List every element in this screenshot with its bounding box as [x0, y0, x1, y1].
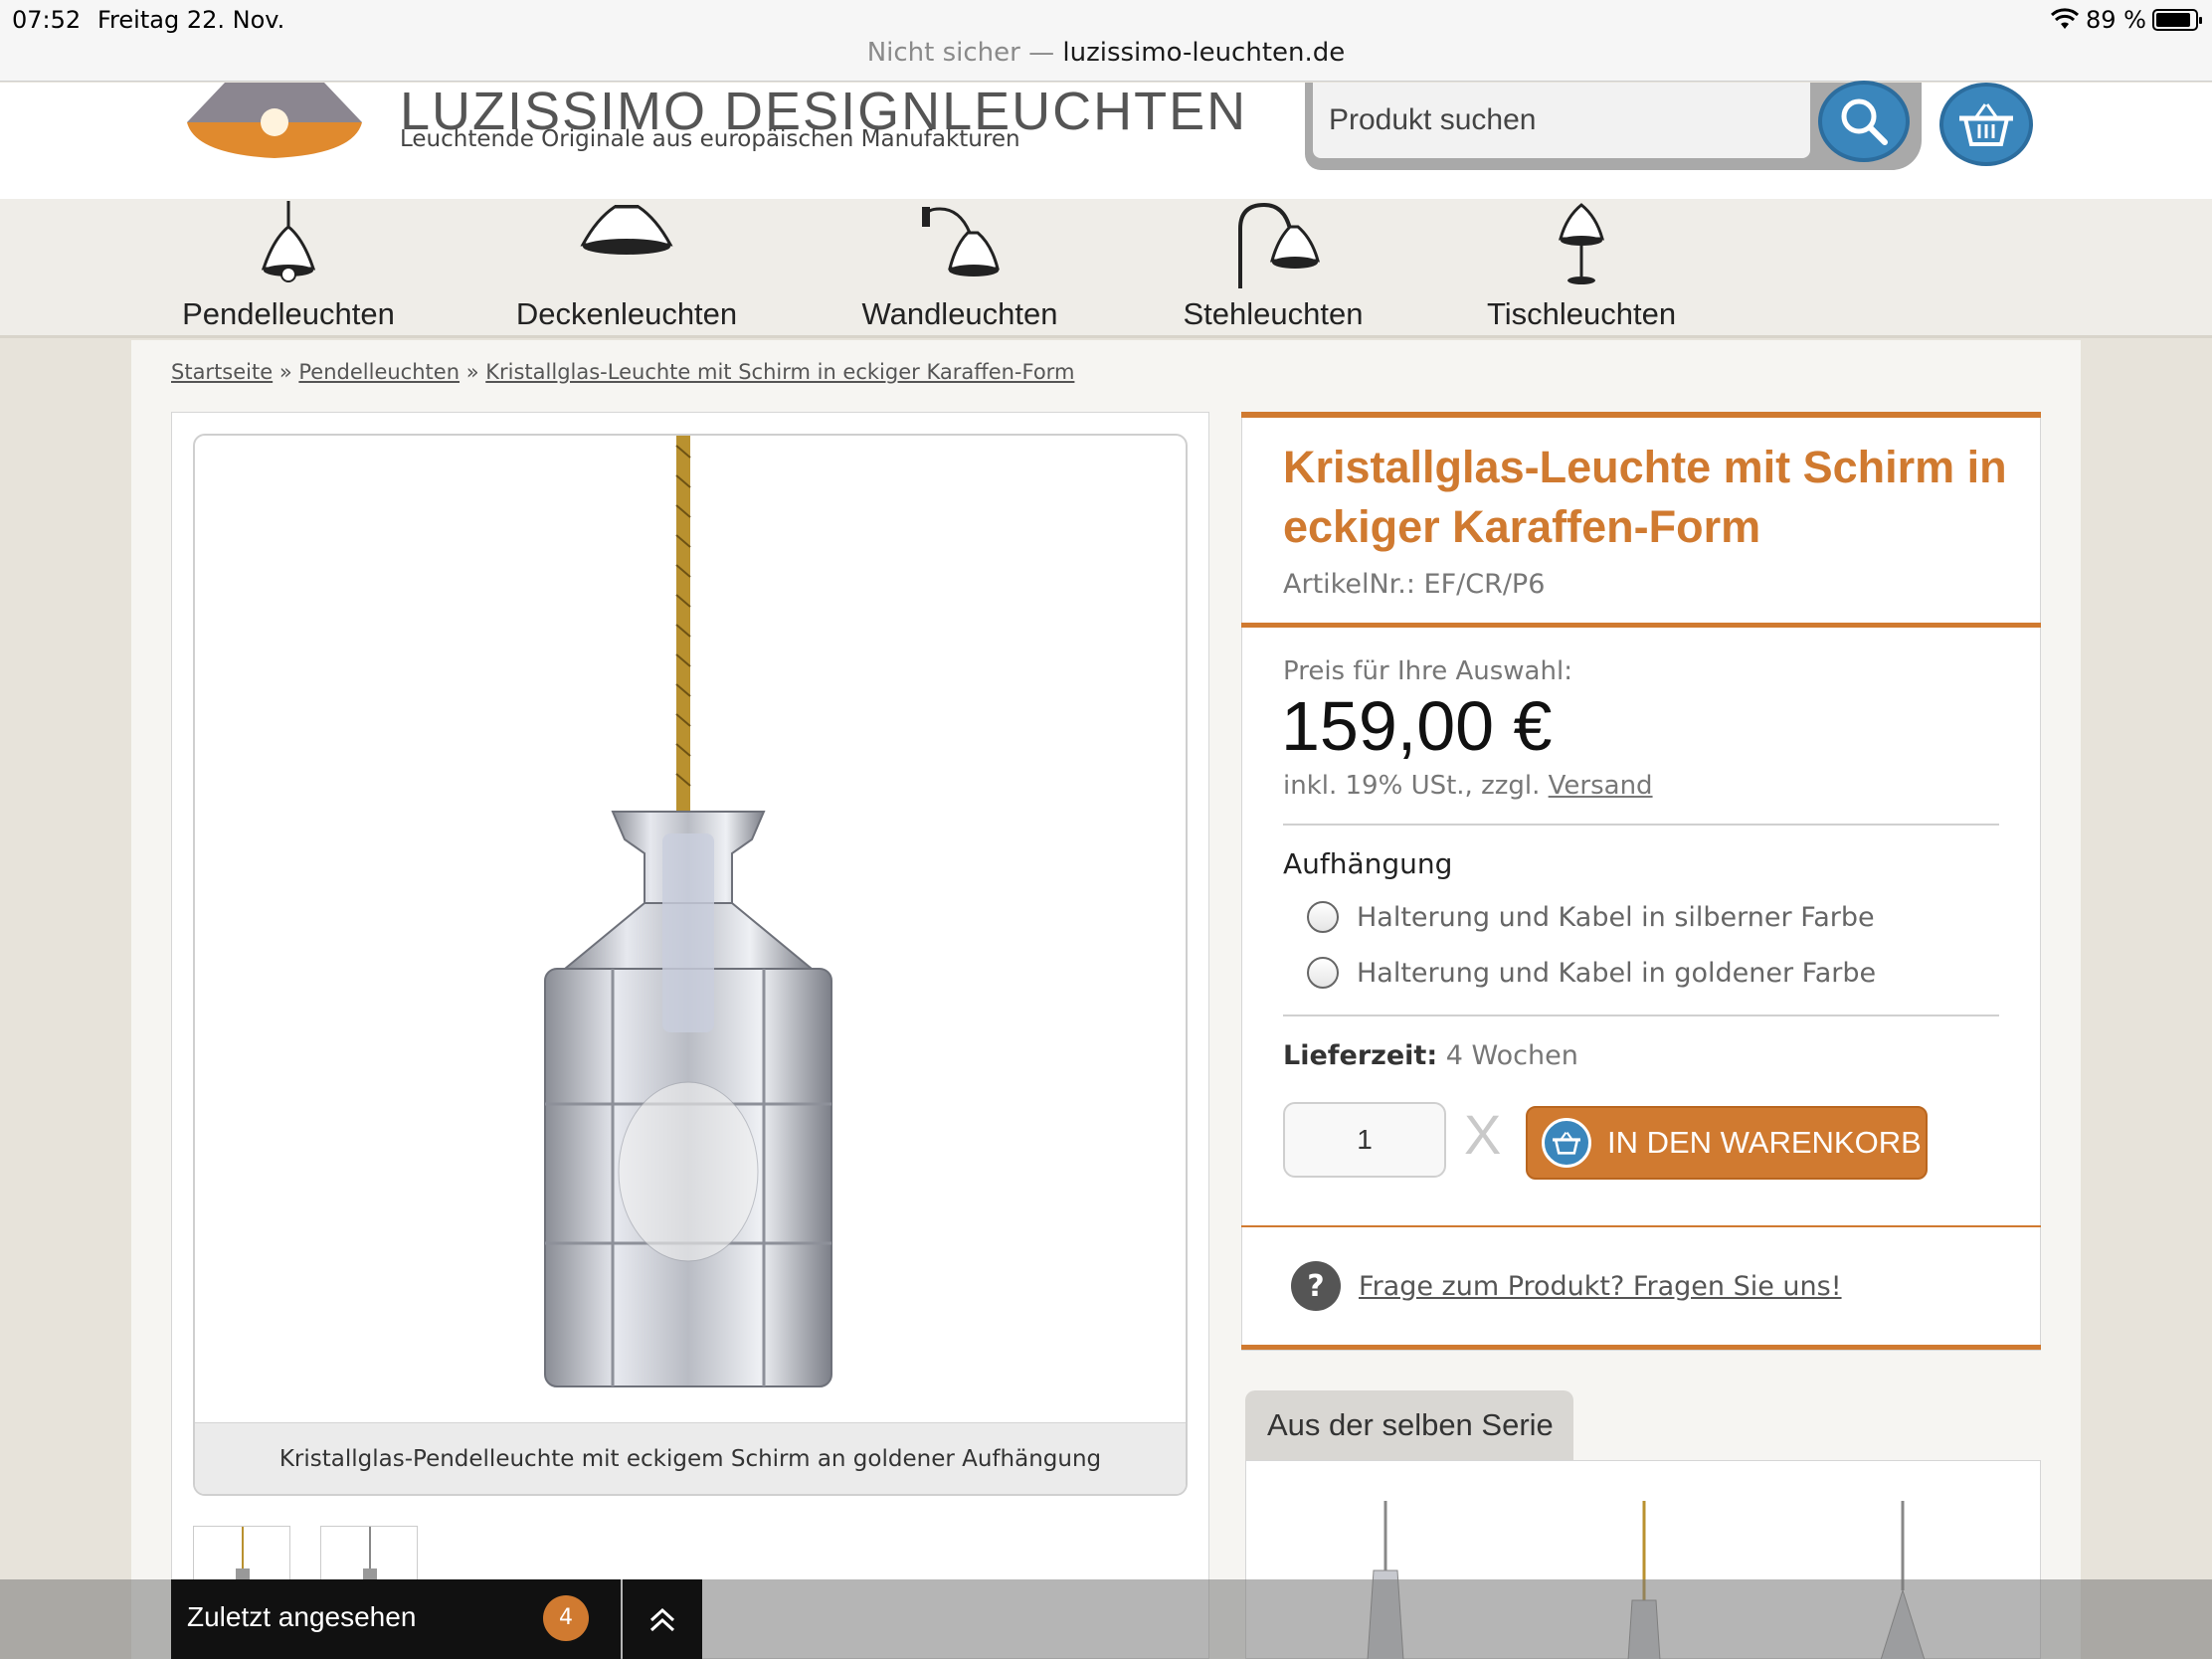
battery-percent: 89 %	[2086, 6, 2146, 34]
product-question: ? Frage zum Produkt? Fragen Sie uns!	[1291, 1261, 1842, 1311]
radio-button[interactable]	[1307, 901, 1339, 933]
crystal-pendant-lamp-image	[544, 436, 832, 1387]
scroll-to-top-button[interactable]	[623, 1579, 702, 1659]
radio-button[interactable]	[1307, 957, 1339, 989]
basket-icon	[1959, 103, 2013, 146]
status-date: Freitag 22. Nov.	[97, 6, 285, 34]
shipping-link[interactable]: Versand	[1549, 771, 1653, 801]
address-bar[interactable]: Nicht sicher — luzissimo-leuchten.de	[0, 38, 2212, 68]
option-label: Halterung und Kabel in goldener Farbe	[1357, 957, 1877, 989]
divider	[1283, 1014, 1999, 1016]
category-nav: Pendelleuchten Deckenleuchten Wandleucht…	[0, 199, 2212, 338]
delivery-value: 4 Wochen	[1445, 1040, 1578, 1071]
price-label: Preis für Ihre Auswahl:	[1283, 656, 1572, 686]
status-bar: 07:52 Freitag 22. Nov. 89 % Nicht sicher…	[0, 0, 2212, 82]
url-host: luzissimo-leuchten.de	[1062, 38, 1346, 68]
search-input[interactable]	[1313, 83, 1810, 158]
breadcrumb-separator: »	[465, 360, 479, 384]
divider	[1241, 1345, 2041, 1350]
option-silver[interactable]: Halterung und Kabel in silberner Farbe	[1307, 901, 1875, 933]
wifi-icon	[2050, 8, 2080, 29]
pendant-lamp-icon	[261, 201, 316, 282]
category-label: Deckenleuchten	[515, 296, 738, 331]
divider	[1283, 824, 1999, 826]
times-sign: X	[1464, 1103, 1502, 1166]
thumbnail-lamp-icon	[236, 1527, 250, 1584]
category-pendant[interactable]: Pendelleuchten	[179, 199, 398, 338]
add-to-cart-button[interactable]: IN DEN WARENKORB	[1526, 1106, 1928, 1180]
image-caption: Kristallglas-Pendelleuchte mit eckigem S…	[195, 1422, 1186, 1494]
ceiling-lamp-icon	[580, 205, 673, 255]
quantity-input[interactable]	[1283, 1102, 1446, 1178]
double-chevron-up-icon	[649, 1607, 675, 1632]
category-label: Stehleuchten	[1183, 296, 1364, 331]
search-bar	[1305, 81, 1922, 170]
wall-lamp-icon	[922, 207, 1000, 276]
breadcrumb: Startseite » Pendelleuchten » Kristallgl…	[171, 360, 1074, 384]
category-label: Tischleuchten	[1486, 296, 1677, 331]
breadcrumb-category[interactable]: Pendelleuchten	[298, 360, 460, 384]
option-gold[interactable]: Halterung und Kabel in goldener Farbe	[1307, 957, 1876, 989]
tax-text: inkl. 19% USt., zzgl.	[1283, 771, 1541, 801]
divider	[1241, 623, 2041, 628]
panel-top-border	[1241, 412, 2041, 418]
basket-icon	[1542, 1118, 1591, 1168]
breadcrumb-separator: »	[278, 360, 292, 384]
cart-button[interactable]	[1939, 83, 2033, 166]
search-button[interactable]	[1818, 81, 1910, 162]
thumbnail-lamp-icon	[363, 1527, 377, 1584]
product-image[interactable]: Kristallglas-Pendelleuchte mit eckigem S…	[193, 434, 1188, 1496]
suspension-option-title: Aufhängung	[1283, 847, 1453, 880]
divider	[1241, 1225, 2041, 1227]
recently-viewed-label[interactable]: Zuletzt angesehen	[187, 1601, 416, 1633]
delivery-label: Lieferzeit:	[1283, 1040, 1438, 1071]
add-to-cart-label: IN DEN WARENKORB	[1607, 1125, 1922, 1160]
series-tab[interactable]: Aus der selben Serie	[1245, 1390, 1573, 1460]
product-title: Kristallglas-Leuchte mit Schirm in eckig…	[1283, 442, 2007, 552]
tax-note: inkl. 19% USt., zzgl. Versand	[1283, 771, 1653, 801]
status-time: 07:52	[12, 6, 82, 34]
price: 159,00 €	[1281, 687, 1553, 765]
question-link[interactable]: Frage zum Produkt? Fragen Sie uns!	[1359, 1271, 1842, 1302]
category-ceiling[interactable]: Deckenleuchten	[507, 199, 746, 338]
category-floor[interactable]: Stehleuchten	[1164, 199, 1382, 338]
category-table[interactable]: Tischleuchten	[1472, 199, 1691, 338]
category-label: Pendelleuchten	[182, 296, 395, 331]
brand-tagline: Leuchtende Originale aus europäischen Ma…	[400, 126, 1020, 152]
recently-viewed-count-badge: 4	[543, 1595, 589, 1641]
delivery-time: Lieferzeit: 4 Wochen	[1283, 1040, 1578, 1071]
breadcrumb-current[interactable]: Kristallglas-Leuchte mit Schirm in eckig…	[485, 360, 1074, 384]
breadcrumb-home[interactable]: Startseite	[171, 360, 273, 384]
article-number: ArtikelNr.: EF/CR/P6	[1283, 569, 1546, 600]
status-indicators: 89 %	[2050, 6, 2202, 34]
table-lamp-icon	[1559, 203, 1604, 284]
floor-lamp-icon	[1238, 202, 1320, 288]
security-label: Nicht sicher —	[866, 38, 1055, 68]
category-label: Wandleuchten	[861, 296, 1058, 331]
logo-lamp-icon[interactable]	[185, 83, 364, 160]
option-label: Halterung und Kabel in silberner Farbe	[1357, 901, 1875, 933]
battery-icon	[2152, 9, 2202, 31]
site-header: LUZISSIMO DESIGNLEUCHTEN Leuchtende Orig…	[0, 81, 2212, 200]
search-icon	[1841, 98, 1888, 145]
question-icon: ?	[1291, 1261, 1341, 1311]
category-wall[interactable]: Wandleuchten	[845, 199, 1074, 338]
